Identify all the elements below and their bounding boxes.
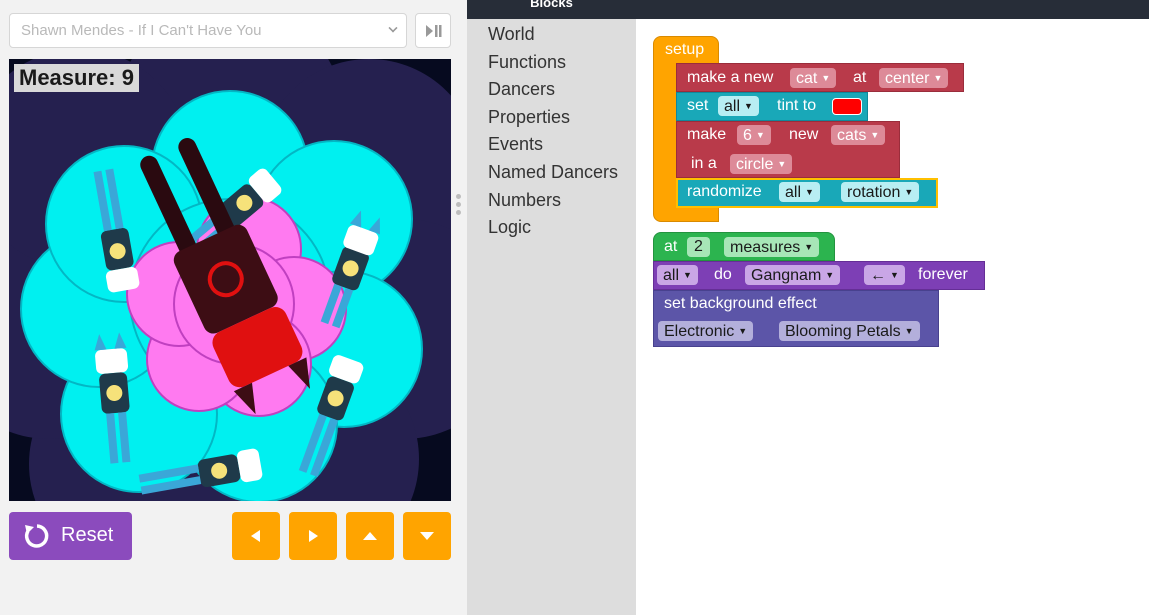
stage-panel: Shawn Mendes - If I Can't Have You Measu… [0, 0, 467, 615]
at-label: at [853, 69, 867, 86]
play-pause-button[interactable] [415, 13, 451, 48]
left-arrow-button[interactable] [232, 512, 280, 560]
property-dropdown[interactable]: rotation ▼ [841, 182, 920, 202]
dancer-type-dropdown[interactable]: cat ▼ [790, 68, 837, 88]
setup-label: setup [665, 41, 705, 58]
dance-move-dropdown[interactable]: Gangnam ▼ [745, 265, 841, 285]
right-arrow-icon [309, 530, 318, 542]
make-label: make [687, 126, 727, 143]
location-dropdown[interactable]: center ▼ [879, 68, 949, 88]
dance-scene-graphic [9, 59, 451, 501]
category-events[interactable]: Events [488, 134, 543, 155]
palette-dropdown[interactable]: Electronic ▼ [658, 321, 754, 341]
up-arrow-button[interactable] [346, 512, 394, 560]
category-functions[interactable]: Functions [488, 52, 566, 73]
right-arrow-button[interactable] [289, 512, 337, 560]
reset-button[interactable]: Reset [9, 512, 132, 560]
play-pause-icon [426, 25, 442, 37]
category-world[interactable]: World [488, 24, 535, 45]
down-arrow-button[interactable] [403, 512, 451, 560]
in-a-label: in a [691, 155, 717, 172]
group-type-dropdown[interactable]: cats ▼ [831, 125, 886, 145]
song-selector[interactable]: Shawn Mendes - If I Can't Have You [9, 13, 407, 48]
effect-dropdown[interactable]: Blooming Petals ▼ [779, 321, 920, 341]
new-label: new [789, 126, 819, 143]
measure-number-input[interactable]: 2 [687, 237, 710, 257]
workspace-header [636, 0, 1149, 19]
randomize-group-dropdown[interactable]: all ▼ [779, 182, 820, 202]
left-arrow-icon [251, 530, 260, 542]
reset-icon [24, 524, 49, 548]
randomize-label: randomize [687, 183, 762, 200]
down-arrow-icon [420, 532, 434, 540]
tint-color-picker[interactable] [832, 98, 862, 115]
do-label: do [714, 266, 732, 283]
set-background-effect-label: set background effect [664, 295, 817, 312]
group-dropdown[interactable]: all ▼ [718, 96, 759, 116]
category-named-dancers[interactable]: Named Dancers [488, 162, 618, 183]
category-properties[interactable]: Properties [488, 107, 570, 128]
category-numbers[interactable]: Numbers [488, 190, 561, 211]
category-logic[interactable]: Logic [488, 217, 531, 238]
panel-resize-handle[interactable] [453, 192, 463, 220]
chevron-down-icon [388, 23, 398, 33]
toolbox-header: Blocks [467, 0, 636, 19]
song-selector-value: Shawn Mendes - If I Can't Have You [21, 22, 262, 39]
code-workspace: setup make a new cat ▼ at center ▼ set all… [636, 19, 1149, 615]
measures-dropdown[interactable]: measures ▼ [724, 237, 820, 257]
reset-label: Reset [61, 524, 114, 546]
up-arrow-icon [363, 532, 377, 540]
measure-counter: Measure: 9 [14, 64, 139, 92]
forever-label: forever [918, 266, 968, 283]
category-dancers[interactable]: Dancers [488, 79, 555, 100]
tint-to-label: tint to [777, 97, 817, 114]
set-label: set [687, 97, 709, 114]
block-toolbox: Blocks World Functions Dancers Propertie… [467, 0, 636, 615]
move-group-dropdown[interactable]: all ▼ [657, 265, 698, 285]
make-a-new-label: make a new [687, 69, 774, 86]
event-at-label: at [664, 238, 678, 255]
layout-dropdown[interactable]: circle ▼ [730, 154, 793, 174]
dance-stage: Measure: 9 [9, 59, 451, 501]
count-dropdown[interactable]: 6 ▼ [737, 125, 771, 145]
direction-dropdown[interactable]: ← ▼ [864, 265, 905, 285]
